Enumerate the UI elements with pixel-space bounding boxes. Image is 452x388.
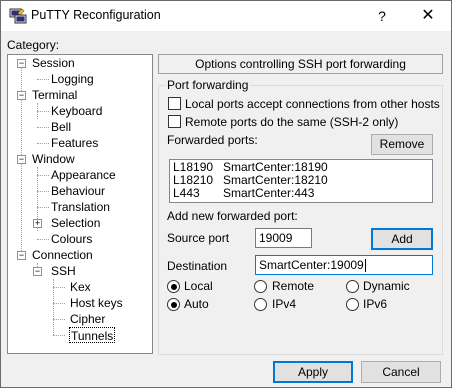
tree-expander-terminal[interactable]: − xyxy=(17,91,26,100)
forwarded-ports-list[interactable]: L18190 SmartCenter:18190 L18210 SmartCen… xyxy=(169,159,433,203)
tree-expander-session[interactable]: − xyxy=(17,59,26,68)
source-port-input[interactable]: 19009 xyxy=(255,228,312,248)
help-button[interactable]: ? xyxy=(359,1,405,31)
remote-ports-checkbox-label[interactable]: Remote ports do the same (SSH-2 only) xyxy=(185,115,398,129)
radio-ipv6-label[interactable]: IPv6 xyxy=(363,297,387,311)
radio-ipv4[interactable] xyxy=(254,298,267,311)
title-bar: PuTTY Reconfiguration ? ✕ xyxy=(1,1,451,31)
tree-item-connection[interactable]: Connection xyxy=(32,247,93,263)
radio-auto[interactable] xyxy=(167,298,180,311)
forwarded-port: L443 xyxy=(173,186,200,200)
tree-item-appearance[interactable]: Appearance xyxy=(51,167,116,183)
radio-remote-label[interactable]: Remote xyxy=(272,279,314,293)
remove-button[interactable]: Remove xyxy=(371,134,433,155)
radio-remote[interactable] xyxy=(254,280,267,293)
destination-input[interactable]: SmartCenter:19009 xyxy=(255,255,433,275)
destination-input-value: SmartCenter:19009 xyxy=(259,258,364,272)
category-tree[interactable]: − Session Logging − Terminal Keyboard Be… xyxy=(7,54,153,354)
forwarded-ports-label: Forwarded ports: xyxy=(167,133,258,147)
radio-dynamic-label[interactable]: Dynamic xyxy=(363,279,410,293)
radio-local[interactable] xyxy=(167,280,180,293)
remote-ports-checkbox[interactable] xyxy=(168,115,181,128)
local-ports-checkbox[interactable] xyxy=(168,97,181,110)
tree-expander-window[interactable]: − xyxy=(17,155,26,164)
tree-item-window[interactable]: Window xyxy=(32,151,75,167)
tree-item-translation[interactable]: Translation xyxy=(51,199,110,215)
putty-app-icon xyxy=(9,8,27,24)
tree-item-ssh[interactable]: SSH xyxy=(51,263,76,279)
tree-expander-selection[interactable]: + xyxy=(33,219,42,228)
tree-item-host-keys[interactable]: Host keys xyxy=(70,295,123,311)
add-button[interactable]: Add xyxy=(371,228,433,250)
tree-item-behaviour[interactable]: Behaviour xyxy=(51,183,105,199)
window-title: PuTTY Reconfiguration xyxy=(31,8,161,22)
putty-reconfiguration-window: PuTTY Reconfiguration ? ✕ Category: − Se… xyxy=(0,0,452,388)
add-new-port-label: Add new forwarded port: xyxy=(167,209,298,223)
category-label: Category: xyxy=(7,38,60,52)
tree-item-cipher[interactable]: Cipher xyxy=(70,311,105,327)
radio-ipv4-label[interactable]: IPv4 xyxy=(272,297,296,311)
close-icon[interactable]: ✕ xyxy=(405,1,451,31)
tree-item-features[interactable]: Features xyxy=(51,135,98,151)
local-ports-checkbox-label[interactable]: Local ports accept connections from othe… xyxy=(185,97,440,111)
panel-header: Options controlling SSH port forwarding xyxy=(158,54,443,74)
tree-item-tunnels[interactable]: Tunnels xyxy=(69,327,116,343)
source-port-label: Source port xyxy=(167,231,230,245)
tree-expander-ssh[interactable]: − xyxy=(33,267,42,276)
cancel-button[interactable]: Cancel xyxy=(361,361,441,383)
forwarded-destination: SmartCenter:443 xyxy=(223,186,315,200)
port-forwarding-group-title: Port forwarding xyxy=(165,78,251,92)
destination-label: Destination xyxy=(167,259,228,273)
tree-item-session[interactable]: Session xyxy=(32,55,75,71)
tree-item-logging[interactable]: Logging xyxy=(51,71,94,87)
radio-local-label[interactable]: Local xyxy=(184,279,213,293)
text-caret xyxy=(364,259,366,273)
radio-ipv6[interactable] xyxy=(346,298,359,311)
tree-item-bell[interactable]: Bell xyxy=(51,119,71,135)
tree-item-selection[interactable]: Selection xyxy=(51,215,100,231)
radio-auto-label[interactable]: Auto xyxy=(184,297,209,311)
tree-expander-connection[interactable]: − xyxy=(17,251,26,260)
apply-button[interactable]: Apply xyxy=(273,361,353,383)
tree-item-terminal[interactable]: Terminal xyxy=(32,87,77,103)
tree-item-kex[interactable]: Kex xyxy=(70,279,91,295)
tree-item-colours[interactable]: Colours xyxy=(51,231,92,247)
tree-item-keyboard[interactable]: Keyboard xyxy=(51,103,102,119)
radio-dynamic[interactable] xyxy=(346,280,359,293)
